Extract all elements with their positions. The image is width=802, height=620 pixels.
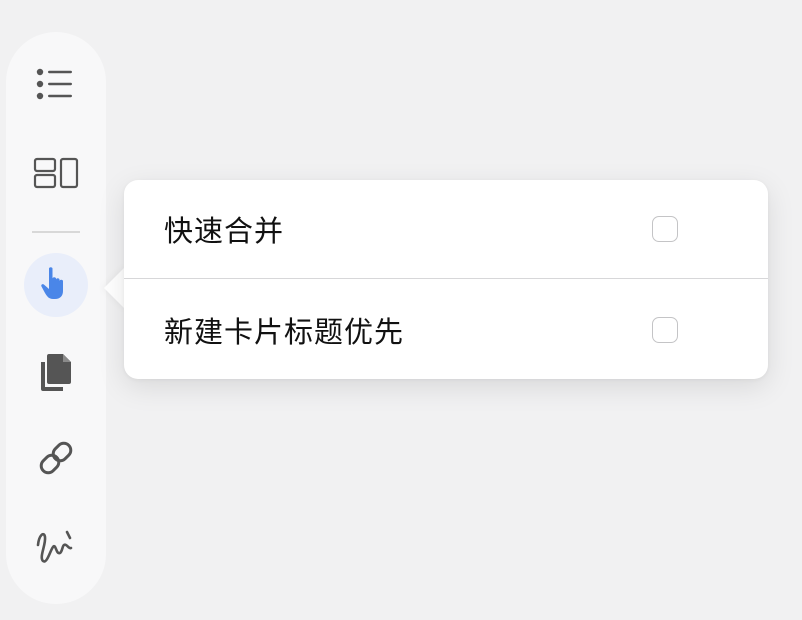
card-layout-tool-button[interactable] [24,143,88,207]
option-row-quick-merge[interactable]: 快速合并 [124,180,768,279]
copy-tool-button[interactable] [24,342,88,406]
draw-tool-button[interactable] [24,514,88,578]
option-label-card-title-first: 新建卡片标题优先 [164,314,405,349]
link-tool-button[interactable] [24,428,88,492]
side-toolbar [6,32,106,604]
option-label-quick-merge: 快速合并 [164,214,285,248]
popover-arrow [104,266,126,310]
list-icon [36,66,76,106]
link-icon [36,438,76,482]
card-layout-icon [33,157,79,193]
list-tool-button[interactable] [24,54,88,118]
card-title-first-checkbox[interactable] [652,316,678,343]
option-row-card-title-first[interactable]: 新建卡片标题优先 [124,280,768,379]
pointer-tool-button[interactable] [24,253,88,317]
quick-merge-checkbox[interactable] [652,216,678,242]
pointer-hand-icon [39,265,73,305]
copy-documents-icon [38,352,74,396]
freehand-squiggle-icon [34,523,78,569]
pointer-options-popover: 快速合并 新建卡片标题优先 [124,180,768,379]
toolbar-divider [32,231,80,233]
